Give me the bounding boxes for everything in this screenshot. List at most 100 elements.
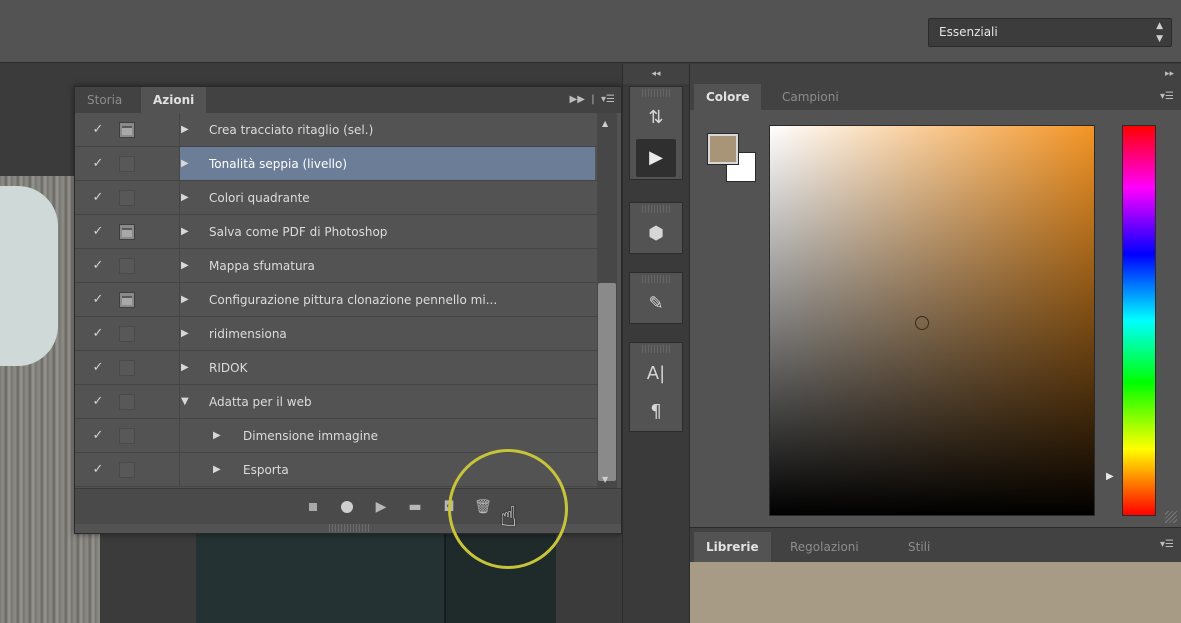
actions-play-icon[interactable]: ▶ (636, 139, 676, 177)
toggle-item-check-icon[interactable]: ✓ (85, 419, 111, 453)
libraries-panel-menu-icon[interactable]: ▾☰ (1160, 528, 1174, 562)
toggle-dialog-icon[interactable] (119, 224, 135, 240)
tab-adjustments[interactable]: Regolazioni (778, 532, 871, 562)
action-row[interactable]: ✓ ▶ ridimensiona (75, 317, 599, 351)
color-panel-menu-icon[interactable]: ▾☰ (1160, 84, 1174, 110)
history-icon[interactable]: ⇅ (630, 99, 682, 137)
hue-slider[interactable] (1122, 125, 1156, 516)
expand-panels-icon[interactable]: ▸▸ (690, 64, 1181, 84)
tab-swatches[interactable]: Campioni (770, 84, 851, 110)
toggle-dialog-icon[interactable] (119, 258, 135, 274)
panel-resize-grip[interactable] (1165, 511, 1177, 523)
action-row[interactable]: ✓ ▶ Tonalità seppia (livello) (75, 147, 599, 181)
disclosure-open-icon[interactable]: ▼ (181, 385, 189, 419)
scroll-up-icon[interactable]: ▲ (602, 119, 608, 128)
text-icon[interactable]: A| (630, 355, 682, 393)
panel-dock-strip: ◂◂ ⇅ ▶ ⬢ ✎ A| ¶ (622, 64, 689, 623)
toggle-item-check-icon[interactable]: ✓ (85, 453, 111, 487)
action-label: Tonalità seppia (livello) (209, 157, 348, 171)
action-label: ridimensiona (209, 327, 287, 341)
panel-resize-grip[interactable] (329, 524, 369, 532)
strip-group-type: A| ¶ (629, 342, 683, 432)
toggle-dialog-icon[interactable] (119, 122, 135, 138)
select-arrows-icon: ▲ ▼ (1156, 21, 1163, 44)
toggle-item-check-icon[interactable]: ✓ (85, 385, 111, 419)
disclosure-closed-icon[interactable]: ▶ (213, 419, 221, 453)
action-row[interactable]: ✓ ▶ Salva come PDF di Photoshop (75, 215, 599, 249)
disclosure-closed-icon[interactable]: ▶ (181, 147, 189, 181)
toggle-dialog-icon[interactable] (119, 428, 135, 444)
color-panel-tabs: Colore Campioni ▾☰ (690, 84, 1181, 110)
scroll-down-icon[interactable]: ▼ (602, 475, 608, 484)
hand-cursor-icon: ☝ (500, 500, 518, 533)
toggle-item-check-icon[interactable]: ✓ (85, 181, 111, 215)
tab-history[interactable]: Storia (75, 87, 134, 113)
toggle-dialog-icon[interactable] (119, 292, 135, 308)
toggle-item-check-icon[interactable]: ✓ (85, 249, 111, 283)
toggle-dialog-icon[interactable] (119, 462, 135, 478)
toggle-item-check-icon[interactable]: ✓ (85, 113, 111, 147)
brush-icon[interactable]: ✎ (630, 285, 682, 323)
actions-list: ✓ ▶ Crea tracciato ritaglio (sel.) ✓ ▶ Tonali… (75, 113, 599, 488)
actions-panel-tabs: Storia Azioni ▶▶ | ▾☰ (75, 87, 621, 113)
workspace-label: Essenziali (939, 25, 998, 39)
strip-group-3d: ⬢ (629, 202, 683, 254)
tab-actions[interactable]: Azioni (141, 87, 207, 113)
tab-color[interactable]: Colore (694, 84, 762, 110)
toggle-dialog-icon[interactable] (119, 394, 135, 410)
stop-icon[interactable] (301, 489, 325, 525)
libraries-content (690, 562, 1181, 623)
action-row[interactable]: ✓ ▶ RIDOK (75, 351, 599, 385)
collapse-strip-icon[interactable]: ◂◂ (623, 64, 689, 84)
foreground-color-swatch[interactable] (707, 133, 739, 165)
libraries-panel: Librerie Regolazioni Stili ▾☰ (689, 527, 1181, 623)
toggle-dialog-icon[interactable] (119, 360, 135, 376)
panel-menu-icon[interactable]: ▶▶ | ▾☰ (570, 87, 615, 113)
action-row[interactable]: ✓ ▶ Colori quadrante (75, 181, 599, 215)
disclosure-closed-icon[interactable]: ▶ (181, 351, 189, 385)
workspace-select[interactable]: Essenziali ▲ ▼ (928, 18, 1172, 47)
disclosure-closed-icon[interactable]: ▶ (181, 215, 189, 249)
play-icon[interactable]: ▶ (369, 489, 393, 525)
photo-cup (0, 186, 58, 366)
cube-icon[interactable]: ⬢ (630, 215, 682, 253)
action-label: Esporta (243, 463, 289, 477)
actions-scrollbar[interactable]: ▲ ▼ (597, 113, 617, 488)
disclosure-closed-icon[interactable]: ▶ (181, 181, 189, 215)
action-label: Salva come PDF di Photoshop (209, 225, 388, 239)
action-row[interactable]: ✓ ▼ Adatta per il web (75, 385, 599, 419)
toggle-dialog-icon[interactable] (119, 326, 135, 342)
libraries-panel-tabs: Librerie Regolazioni Stili ▾☰ (690, 528, 1181, 562)
disclosure-closed-icon[interactable]: ▶ (181, 249, 189, 283)
toggle-item-check-icon[interactable]: ✓ (85, 317, 111, 351)
toggle-item-check-icon[interactable]: ✓ (85, 283, 111, 317)
color-picker-marker[interactable] (915, 316, 929, 330)
disclosure-closed-icon[interactable]: ▶ (181, 113, 189, 147)
saturation-value-field[interactable] (769, 125, 1095, 516)
action-row[interactable]: ✓ ▶ Dimensione immagine (75, 419, 599, 453)
toggle-item-check-icon[interactable]: ✓ (85, 147, 111, 181)
record-icon[interactable] (335, 489, 359, 525)
action-label: Mappa sfumatura (209, 259, 315, 273)
action-row[interactable]: ✓ ▶ Crea tracciato ritaglio (sel.) (75, 113, 599, 147)
action-label: RIDOK (209, 361, 248, 375)
action-label: Adatta per il web (209, 395, 312, 409)
disclosure-closed-icon[interactable]: ▶ (213, 453, 221, 487)
action-row[interactable]: ✓ ▶ Configurazione pittura clonazione penn… (75, 283, 599, 317)
toggle-item-check-icon[interactable]: ✓ (85, 351, 111, 385)
disclosure-closed-icon[interactable]: ▶ (181, 317, 189, 351)
tab-libraries[interactable]: Librerie (694, 532, 771, 562)
toggle-dialog-icon[interactable] (119, 190, 135, 206)
tab-styles[interactable]: Stili (896, 532, 942, 562)
folder-icon[interactable]: ▬ (403, 489, 427, 525)
paragraph-icon[interactable]: ¶ (630, 393, 682, 431)
action-row[interactable]: ✓ ▶ Mappa sfumatura (75, 249, 599, 283)
toggle-dialog-icon[interactable] (119, 156, 135, 172)
options-bar: Essenziali ▲ ▼ (0, 0, 1181, 63)
action-label: Crea tracciato ritaglio (sel.) (209, 123, 374, 137)
toggle-item-check-icon[interactable]: ✓ (85, 215, 111, 249)
hue-slider-marker-icon[interactable]: ▶ (1106, 471, 1114, 482)
disclosure-closed-icon[interactable]: ▶ (181, 283, 189, 317)
action-label: Dimensione immagine (243, 429, 378, 443)
scroll-thumb[interactable] (598, 283, 616, 481)
